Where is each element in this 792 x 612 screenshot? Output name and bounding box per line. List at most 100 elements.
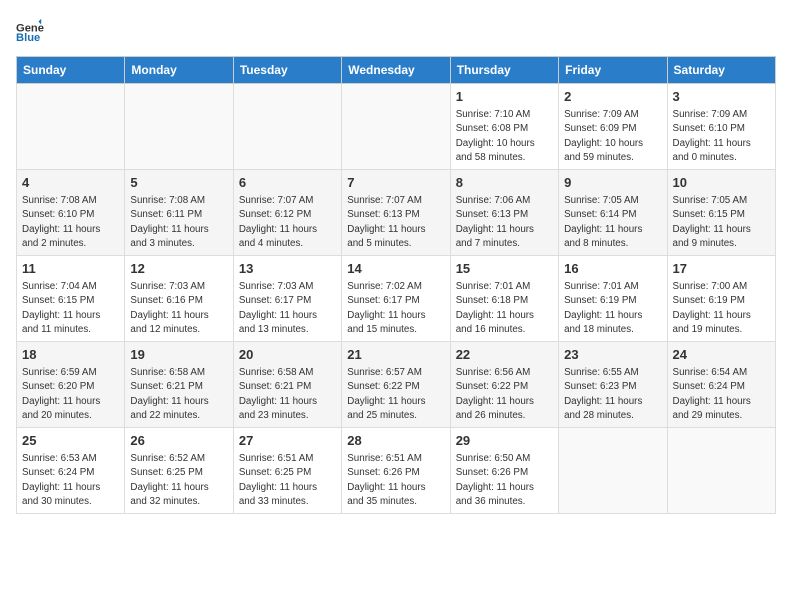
- day-info: Sunrise: 6:51 AM Sunset: 6:25 PM Dayligh…: [239, 452, 336, 509]
- day-number: 18: [22, 346, 119, 364]
- day-info: Sunrise: 6:56 AM Sunset: 6:22 PM Dayligh…: [456, 366, 553, 423]
- calendar-cell: [667, 428, 775, 514]
- day-number: 26: [130, 432, 227, 450]
- day-number: 28: [347, 432, 444, 450]
- day-number: 11: [22, 260, 119, 278]
- day-info: Sunrise: 7:05 AM Sunset: 6:15 PM Dayligh…: [673, 194, 770, 251]
- calendar-cell: 1 Sunrise: 7:10 AM Sunset: 6:08 PM Daylig…: [450, 84, 558, 170]
- calendar-week-5: 25Sunrise: 6:53 AM Sunset: 6:24 PM Dayli…: [17, 428, 776, 514]
- day-info: Sunrise: 7:04 AM Sunset: 6:15 PM Dayligh…: [22, 280, 119, 337]
- calendar-cell: [125, 84, 233, 170]
- day-number: 6: [239, 174, 336, 192]
- day-number: 21: [347, 346, 444, 364]
- day-number: 22: [456, 346, 553, 364]
- day-info: Sunrise: 6:51 AM Sunset: 6:26 PM Dayligh…: [347, 452, 444, 509]
- day-header-thursday: Thursday: [450, 57, 558, 84]
- day-header-friday: Friday: [559, 57, 667, 84]
- day-number: 7: [347, 174, 444, 192]
- day-number: 1: [456, 88, 553, 106]
- day-info: Sunrise: 7:09 AM Sunset: 6:09 PM Dayligh…: [564, 108, 661, 165]
- calendar-cell: 23 Sunrise: 6:55 AM Sunset: 6:23 PM Dayli…: [559, 342, 667, 428]
- day-info: Sunrise: 6:54 AM Sunset: 6:24 PM Dayligh…: [673, 366, 770, 423]
- calendar-cell: 6 Sunrise: 7:07 AM Sunset: 6:12 PM Daylig…: [233, 170, 341, 256]
- logo-icon: General Blue: [16, 16, 44, 44]
- day-number: 25: [22, 432, 119, 450]
- day-number: 2: [564, 88, 661, 106]
- day-number: 29: [456, 432, 553, 450]
- calendar-cell: 3 Sunrise: 7:09 AM Sunset: 6:10 PM Daylig…: [667, 84, 775, 170]
- day-header-monday: Monday: [125, 57, 233, 84]
- day-number: 20: [239, 346, 336, 364]
- day-info: Sunrise: 7:05 AM Sunset: 6:14 PM Dayligh…: [564, 194, 661, 251]
- calendar-cell: 16 Sunrise: 7:01 AM Sunset: 6:19 PM Dayli…: [559, 256, 667, 342]
- day-header-tuesday: Tuesday: [233, 57, 341, 84]
- day-info: Sunrise: 7:01 AM Sunset: 6:18 PM Dayligh…: [456, 280, 553, 337]
- calendar-cell: [342, 84, 450, 170]
- day-info: Sunrise: 7:00 AM Sunset: 6:19 PM Dayligh…: [673, 280, 770, 337]
- calendar-cell: 9Sunrise: 7:05 AM Sunset: 6:14 PM Daylig…: [559, 170, 667, 256]
- calendar-table: SundayMondayTuesdayWednesdayThursdayFrid…: [16, 56, 776, 514]
- day-number: 3: [673, 88, 770, 106]
- calendar-cell: 12 Sunrise: 7:03 AM Sunset: 6:16 PM Dayli…: [125, 256, 233, 342]
- day-info: Sunrise: 7:07 AM Sunset: 6:13 PM Dayligh…: [347, 194, 444, 251]
- calendar-week-1: 1 Sunrise: 7:10 AM Sunset: 6:08 PM Daylig…: [17, 84, 776, 170]
- day-info: Sunrise: 7:02 AM Sunset: 6:17 PM Dayligh…: [347, 280, 444, 337]
- day-number: 4: [22, 174, 119, 192]
- calendar-cell: 25Sunrise: 6:53 AM Sunset: 6:24 PM Dayli…: [17, 428, 125, 514]
- day-number: 16: [564, 260, 661, 278]
- day-info: Sunrise: 6:59 AM Sunset: 6:20 PM Dayligh…: [22, 366, 119, 423]
- calendar-cell: 18 Sunrise: 6:59 AM Sunset: 6:20 PM Dayli…: [17, 342, 125, 428]
- day-info: Sunrise: 6:57 AM Sunset: 6:22 PM Dayligh…: [347, 366, 444, 423]
- calendar-cell: 10 Sunrise: 7:05 AM Sunset: 6:15 PM Dayli…: [667, 170, 775, 256]
- day-number: 15: [456, 260, 553, 278]
- calendar-cell: 15 Sunrise: 7:01 AM Sunset: 6:18 PM Dayli…: [450, 256, 558, 342]
- calendar-cell: 17 Sunrise: 7:00 AM Sunset: 6:19 PM Dayli…: [667, 256, 775, 342]
- calendar-cell: 27Sunrise: 6:51 AM Sunset: 6:25 PM Dayli…: [233, 428, 341, 514]
- day-number: 10: [673, 174, 770, 192]
- day-info: Sunrise: 7:06 AM Sunset: 6:13 PM Dayligh…: [456, 194, 553, 251]
- day-info: Sunrise: 6:55 AM Sunset: 6:23 PM Dayligh…: [564, 366, 661, 423]
- calendar-cell: 11 Sunrise: 7:04 AM Sunset: 6:15 PM Dayli…: [17, 256, 125, 342]
- day-header-saturday: Saturday: [667, 57, 775, 84]
- calendar-cell: 20 Sunrise: 6:58 AM Sunset: 6:21 PM Dayli…: [233, 342, 341, 428]
- calendar-week-4: 18 Sunrise: 6:59 AM Sunset: 6:20 PM Dayli…: [17, 342, 776, 428]
- calendar-cell: [17, 84, 125, 170]
- day-number: 14: [347, 260, 444, 278]
- day-number: 24: [673, 346, 770, 364]
- day-header-sunday: Sunday: [17, 57, 125, 84]
- day-number: 13: [239, 260, 336, 278]
- calendar-cell: 22 Sunrise: 6:56 AM Sunset: 6:22 PM Dayli…: [450, 342, 558, 428]
- day-info: Sunrise: 7:03 AM Sunset: 6:16 PM Dayligh…: [130, 280, 227, 337]
- calendar-cell: 2 Sunrise: 7:09 AM Sunset: 6:09 PM Daylig…: [559, 84, 667, 170]
- day-info: Sunrise: 7:08 AM Sunset: 6:10 PM Dayligh…: [22, 194, 119, 251]
- calendar-cell: 14 Sunrise: 7:02 AM Sunset: 6:17 PM Dayli…: [342, 256, 450, 342]
- calendar-cell: 24 Sunrise: 6:54 AM Sunset: 6:24 PM Dayli…: [667, 342, 775, 428]
- calendar-cell: 8 Sunrise: 7:06 AM Sunset: 6:13 PM Daylig…: [450, 170, 558, 256]
- day-number: 8: [456, 174, 553, 192]
- calendar-cell: 29Sunrise: 6:50 AM Sunset: 6:26 PM Dayli…: [450, 428, 558, 514]
- day-info: Sunrise: 6:58 AM Sunset: 6:21 PM Dayligh…: [130, 366, 227, 423]
- day-header-wednesday: Wednesday: [342, 57, 450, 84]
- calendar-cell: [559, 428, 667, 514]
- calendar-week-3: 11 Sunrise: 7:04 AM Sunset: 6:15 PM Dayli…: [17, 256, 776, 342]
- day-info: Sunrise: 7:09 AM Sunset: 6:10 PM Dayligh…: [673, 108, 770, 165]
- day-number: 17: [673, 260, 770, 278]
- day-info: Sunrise: 7:08 AM Sunset: 6:11 PM Dayligh…: [130, 194, 227, 251]
- day-info: Sunrise: 7:10 AM Sunset: 6:08 PM Dayligh…: [456, 108, 553, 165]
- day-number: 19: [130, 346, 227, 364]
- svg-text:Blue: Blue: [16, 32, 40, 44]
- day-number: 12: [130, 260, 227, 278]
- calendar-week-2: 4 Sunrise: 7:08 AM Sunset: 6:10 PM Daylig…: [17, 170, 776, 256]
- day-number: 23: [564, 346, 661, 364]
- calendar-cell: 26 Sunrise: 6:52 AM Sunset: 6:25 PM Dayli…: [125, 428, 233, 514]
- day-info: Sunrise: 7:01 AM Sunset: 6:19 PM Dayligh…: [564, 280, 661, 337]
- page-header: General Blue: [16, 16, 776, 44]
- day-info: Sunrise: 6:58 AM Sunset: 6:21 PM Dayligh…: [239, 366, 336, 423]
- calendar-cell: [233, 84, 341, 170]
- day-info: Sunrise: 7:03 AM Sunset: 6:17 PM Dayligh…: [239, 280, 336, 337]
- calendar-cell: 7 Sunrise: 7:07 AM Sunset: 6:13 PM Daylig…: [342, 170, 450, 256]
- calendar-cell: 13 Sunrise: 7:03 AM Sunset: 6:17 PM Dayli…: [233, 256, 341, 342]
- calendar-cell: 19 Sunrise: 6:58 AM Sunset: 6:21 PM Dayli…: [125, 342, 233, 428]
- day-info: Sunrise: 7:07 AM Sunset: 6:12 PM Dayligh…: [239, 194, 336, 251]
- day-info: Sunrise: 6:52 AM Sunset: 6:25 PM Dayligh…: [130, 452, 227, 509]
